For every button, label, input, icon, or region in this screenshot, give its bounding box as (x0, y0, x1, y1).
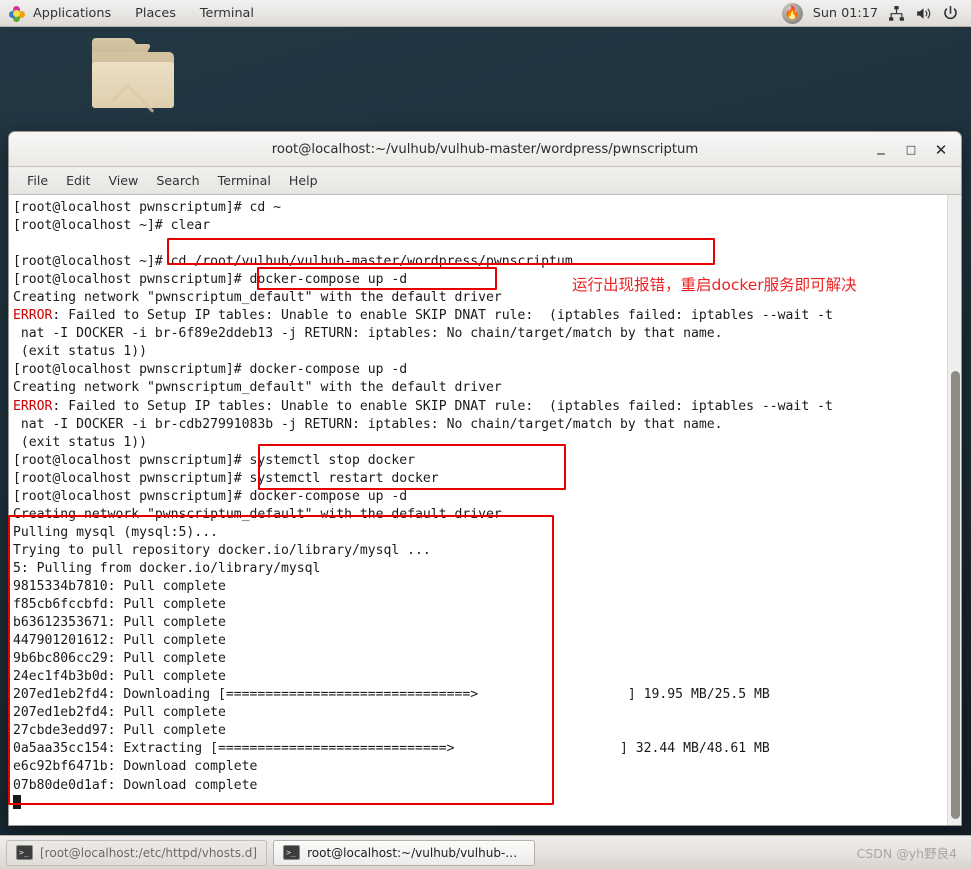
volume-icon[interactable] (915, 5, 932, 22)
terminal-line: nat -I DOCKER -i br-cdb27991083b -j RETU… (13, 416, 723, 432)
terminal-icon: >_ (16, 845, 33, 860)
terminal-line: [root@localhost pwnscriptum]# cd ~ (13, 200, 282, 215)
scrollbar-thumb[interactable] (951, 371, 960, 819)
terminal-line: nat -I DOCKER -i br-6f89e2ddeb13 -j RETU… (13, 326, 723, 342)
terminal-error-label: ERROR (13, 398, 53, 414)
terminal-line: b63612353671: Pull complete (13, 615, 226, 631)
power-icon[interactable] (942, 5, 959, 22)
menu-search[interactable]: Search (147, 170, 208, 191)
terminal-line: ERROR: Failed to Setup IP tables: Unable… (13, 308, 833, 324)
terminal-error-label: ERROR (13, 308, 53, 324)
terminal-menu-bar: File Edit View Search Terminal Help (9, 167, 961, 195)
terminal-line: (exit status 1)) (13, 434, 148, 450)
terminal-line: [root@localhost pwnscriptum]# docker-com… (13, 488, 408, 504)
terminal-line: ERROR: Failed to Setup IP tables: Unable… (13, 398, 833, 414)
taskbar-item-label: [root@localhost:/etc/httpd/vhosts.d] (40, 845, 258, 860)
terminal-line: 27cbde3edd97: Pull complete (13, 723, 226, 739)
window-controls: _ □ ✕ (867, 132, 955, 167)
terminal-line: 24ec1f4b3b0d: Pull complete (13, 669, 226, 685)
menu-edit[interactable]: Edit (57, 170, 99, 191)
window-title-bar[interactable]: root@localhost:~/vulhub/vulhub-master/wo… (9, 132, 961, 167)
menu-terminal[interactable]: Terminal (209, 170, 280, 191)
clock[interactable]: Sun 01:17 (813, 6, 878, 21)
terminal-line: [root@localhost pwnscriptum]# systemctl … (13, 470, 439, 486)
terminal-line: [root@localhost pwnscriptum]# docker-com… (13, 362, 408, 378)
terminal-line: 9b6bc806cc29: Pull complete (13, 651, 226, 667)
terminal-line: 5: Pulling from docker.io/library/mysql (13, 560, 321, 576)
firefox-icon[interactable]: 🔥 (781, 2, 803, 24)
terminal-line: [root@localhost pwnscriptum]# systemctl … (13, 452, 416, 468)
menu-file[interactable]: File (18, 170, 57, 191)
close-button[interactable]: ✕ (927, 136, 955, 164)
network-icon[interactable] (888, 5, 905, 22)
annotation-note: 运行出现报错，重启docker服务即可解决 (572, 276, 857, 294)
menu-help[interactable]: Help (280, 170, 327, 191)
watermark: CSDN @yh野良4 (856, 846, 957, 861)
taskbar-item-vulhub[interactable]: >_ root@localhost:~/vulhub/vulhub-ma... (273, 839, 536, 866)
taskbar: >_ [root@localhost:/etc/httpd/vhosts.d] … (0, 835, 971, 869)
menu-view[interactable]: View (99, 170, 147, 191)
terminal-cursor (13, 794, 21, 809)
taskbar-item-label: root@localhost:~/vulhub/vulhub-ma... (307, 845, 526, 860)
terminal-line: e6c92bf6471b: Download complete (13, 759, 258, 775)
terminal-line: f85cb6fccbfd: Pull complete (13, 597, 226, 613)
terminal-icon: >_ (283, 845, 301, 860)
terminal-line: 07b80de0d1af: Download complete (13, 777, 258, 793)
terminal-line: 207ed1eb2fd4: Pull complete (13, 705, 226, 721)
menu-places[interactable]: Places (124, 3, 187, 24)
terminal-line: 0a5aa35cc154: Extracting [==============… (13, 741, 770, 757)
window-title: root@localhost:~/vulhub/vulhub-master/wo… (271, 141, 699, 157)
applications-icon (9, 5, 25, 22)
minimize-button[interactable]: _ (867, 136, 895, 164)
top-panel: Applications Places Terminal 🔥 Sun 01:17 (0, 0, 971, 27)
terminal-line (13, 794, 947, 813)
terminal-line: Creating network "pwnscriptum_default" w… (13, 380, 502, 396)
terminal-line: (exit status 1)) (13, 344, 148, 360)
menu-applications[interactable]: Applications (22, 3, 122, 24)
menu-terminal[interactable]: Terminal (189, 3, 265, 24)
panel-tray: 🔥 Sun 01:17 (781, 2, 971, 24)
terminal-line: [root@localhost ~]# clear (13, 218, 211, 234)
desktop-icons (92, 38, 174, 127)
terminal-line: [root@localhost ~]# cd /root/vulhub/vulh… (13, 254, 573, 270)
terminal-line: Trying to pull repository docker.io/libr… (13, 542, 431, 558)
taskbar-item-httpd[interactable]: >_ [root@localhost:/etc/httpd/vhosts.d] (6, 839, 268, 866)
terminal-line: Creating network "pwnscriptum_default" w… (13, 506, 502, 522)
terminal-window: root@localhost:~/vulhub/vulhub-master/wo… (8, 131, 962, 826)
terminal-line: 447901201612: Pull complete (13, 633, 226, 649)
terminal-scrollbar[interactable] (947, 195, 961, 825)
terminal-line: 9815334b7810: Pull complete (13, 578, 226, 594)
terminal-line: 207ed1eb2fd4: Downloading [=============… (13, 687, 770, 703)
folder-icon[interactable] (92, 38, 174, 127)
terminal-line: Pulling mysql (mysql:5)... (13, 524, 218, 540)
maximize-button[interactable]: □ (897, 136, 925, 164)
